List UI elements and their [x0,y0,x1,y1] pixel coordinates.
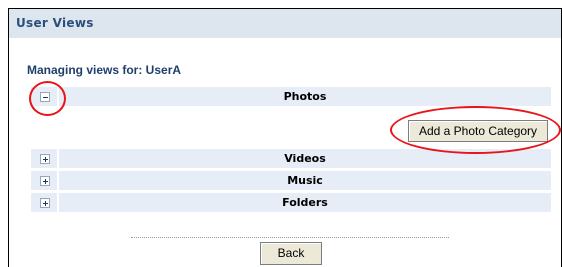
toggle-cell [31,149,57,168]
expand-plus-icon[interactable] [40,154,50,164]
back-button[interactable]: Back [260,242,322,265]
panel-title: User Views [16,16,94,30]
section-label-music: Music [59,171,551,190]
toggle-cell [31,193,57,212]
expand-plus-icon[interactable] [40,198,50,208]
section-label-folders: Folders [59,193,551,212]
dotted-divider [131,237,449,238]
toggle-cell [31,87,57,106]
managing-views-label: Managing views for: UserA [27,63,182,77]
expand-plus-icon[interactable] [40,176,50,186]
add-photo-category-button[interactable]: Add a Photo Category [408,120,548,142]
section-label-videos: Videos [59,149,551,168]
toggle-cell [31,171,57,190]
section-row-folders: Folders [31,193,551,212]
user-views-panel: User Views Managing views for: UserA Pho… [8,8,562,267]
panel-title-bar: User Views [9,9,561,38]
section-row-videos: Videos [31,149,551,168]
section-row-music: Music [31,171,551,190]
collapse-minus-icon[interactable] [40,92,50,102]
section-label-photos: Photos [59,87,551,106]
section-row-photos: Photos [31,87,551,106]
